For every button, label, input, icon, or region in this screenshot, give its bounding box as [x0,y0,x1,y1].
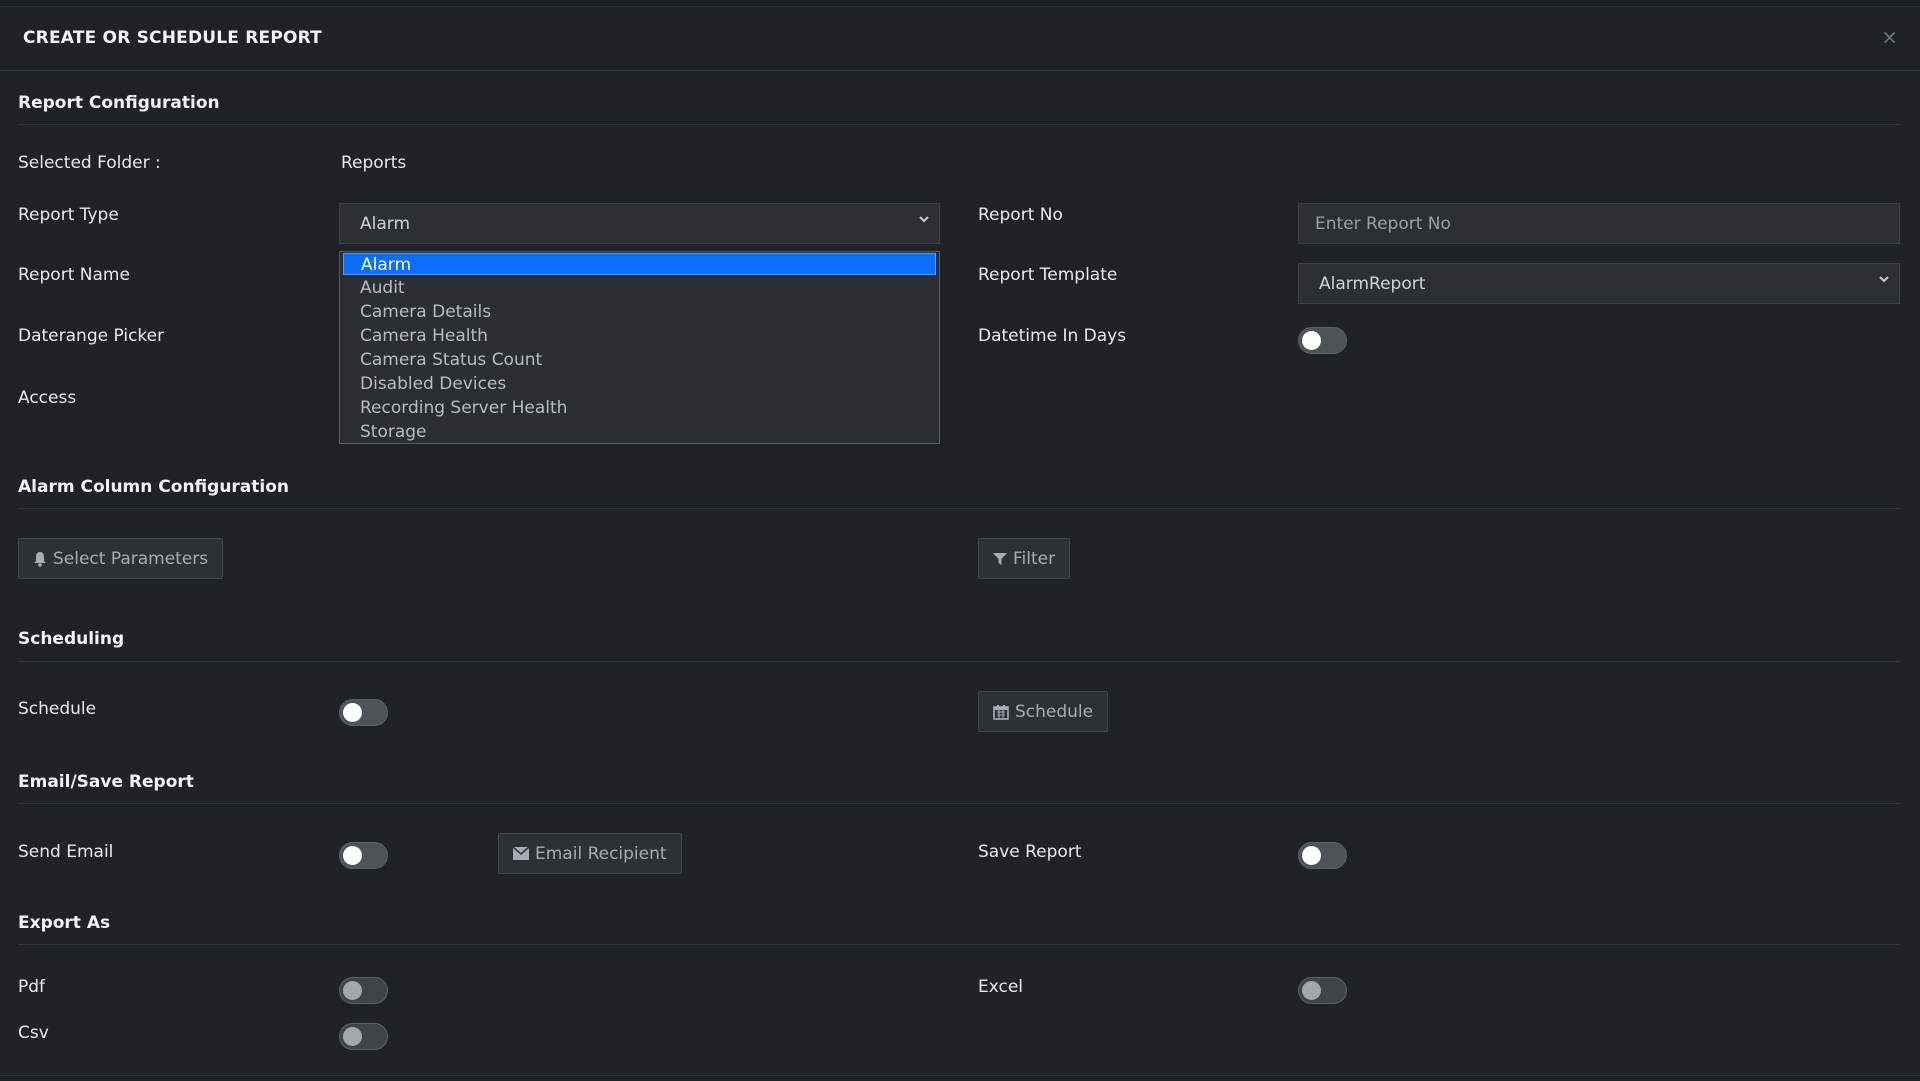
filter-label: Filter [1013,548,1056,569]
calendar-icon [993,704,1009,720]
email-recipient-label: Email Recipient [535,843,667,864]
selected-folder-value: Reports [341,153,407,173]
daterange-picker-label: Daterange Picker [18,326,165,346]
report-type-label: Report Type [18,205,119,225]
section-report-configuration: Report Configuration [18,93,220,113]
datetime-in-days-label: Datetime In Days [978,326,1127,346]
dialog-title: CREATE OR SCHEDULE REPORT [23,28,322,48]
report-no-label: Report No [978,205,1063,225]
save-report-label: Save Report [978,842,1082,862]
section-export-as: Export As [18,913,111,933]
selected-folder-label: Selected Folder : [18,153,161,173]
report-type-option[interactable]: Camera Details [360,301,491,323]
report-dialog: CREATE OR SCHEDULE REPORT × Report Confi… [0,6,1920,1081]
report-type-option[interactable]: Audit [360,277,405,299]
toggle-knob [343,703,362,722]
select-parameters-label: Select Parameters [53,548,209,569]
schedule-button[interactable]: Schedule [978,691,1109,732]
divider [18,508,1900,509]
pdf-toggle[interactable] [339,977,388,1004]
excel-toggle[interactable] [1298,977,1347,1004]
report-no-input[interactable] [1298,203,1900,244]
envelope-icon [513,847,529,860]
csv-label: Csv [18,1023,49,1043]
divider [0,1075,1920,1076]
schedule-toggle[interactable] [339,699,388,726]
report-type-option[interactable]: Recording Server Health [360,397,567,419]
chevron-down-icon [1877,272,1891,290]
send-email-toggle[interactable] [339,842,388,869]
send-email-label: Send Email [18,842,114,862]
report-template-value: AlarmReport [1319,274,1426,294]
schedule-label: Schedule [18,699,97,719]
divider [18,124,1900,125]
excel-label: Excel [978,977,1024,997]
report-template-label: Report Template [978,265,1118,285]
divider [18,803,1900,804]
divider [18,661,1900,662]
email-recipient-button[interactable]: Email Recipient [498,833,682,874]
chevron-down-icon [917,212,931,230]
report-type-dropdown-list: Alarm Audit Camera Details Camera Health… [339,251,940,444]
filter-button[interactable]: Filter [978,538,1071,579]
access-label: Access [18,388,77,408]
select-parameters-button[interactable]: Select Parameters [18,538,224,579]
filter-icon [993,552,1007,566]
save-report-toggle[interactable] [1298,842,1347,869]
report-type-select[interactable]: Alarm [339,203,940,244]
dialog-header: CREATE OR SCHEDULE REPORT × [0,7,1920,71]
toggle-knob [343,846,362,865]
schedule-button-label: Schedule [1015,701,1094,722]
bell-icon [33,551,47,567]
datetime-in-days-toggle[interactable] [1298,327,1347,354]
close-icon[interactable]: × [1881,25,1898,49]
csv-toggle[interactable] [339,1023,388,1050]
section-email-save-report: Email/Save Report [18,772,194,792]
report-name-label: Report Name [18,265,130,285]
report-type-value: Alarm [360,214,411,234]
section-scheduling: Scheduling [18,629,125,649]
toggle-knob [1302,981,1321,1000]
report-type-option[interactable]: Alarm [343,253,936,275]
report-template-select[interactable]: AlarmReport [1298,263,1900,304]
report-type-option[interactable]: Camera Health [360,325,488,347]
report-type-option[interactable]: Storage [360,421,427,443]
section-alarm-column-configuration: Alarm Column Configuration [18,477,290,497]
report-type-option[interactable]: Disabled Devices [360,373,506,395]
report-type-option[interactable]: Camera Status Count [360,349,542,371]
toggle-knob [343,981,362,1000]
toggle-knob [343,1027,362,1046]
toggle-knob [1302,331,1321,350]
toggle-knob [1302,846,1321,865]
divider [18,944,1900,945]
pdf-label: Pdf [18,977,46,997]
